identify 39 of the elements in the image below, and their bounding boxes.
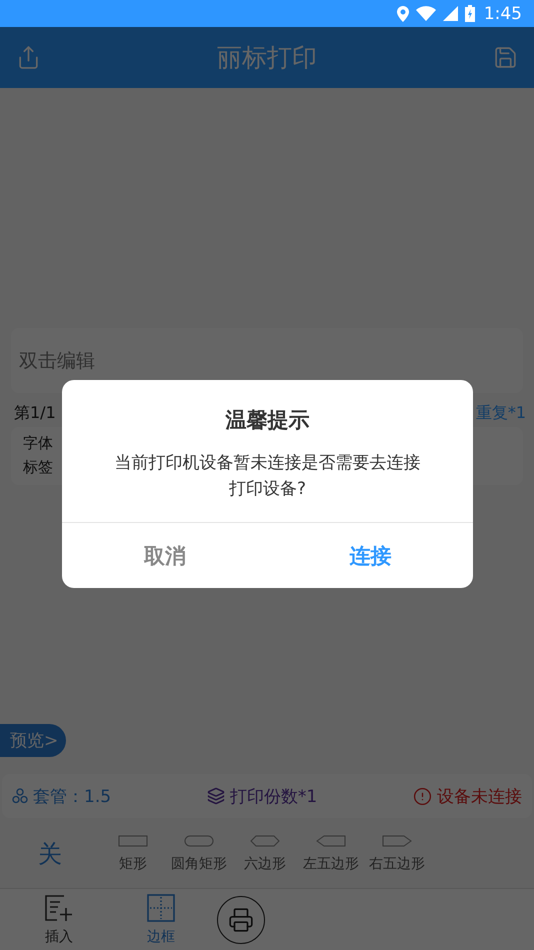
save-icon[interactable]: [493, 45, 518, 70]
layers-icon: [206, 787, 225, 805]
app-title: 丽标打印: [217, 42, 317, 74]
dialog-message: 当前打印机设备暂未连接是否需要去连接打印设备?: [114, 452, 422, 501]
label-info-text: 字体: [23, 433, 53, 453]
device-status[interactable]: 设备未连接: [437, 784, 522, 808]
shape-outline-icon: [118, 835, 148, 847]
border-shape-option[interactable]: 圆角矩形: [166, 835, 232, 873]
border-shape-option[interactable]: 左五边形: [298, 835, 364, 873]
print-copies[interactable]: 打印份数*1: [230, 784, 318, 808]
border-icon: [147, 894, 175, 922]
shape-outline-icon: [250, 835, 280, 847]
shape-outline-icon: [184, 835, 214, 847]
print-button[interactable]: [217, 896, 265, 944]
location-icon: [396, 6, 409, 22]
preview-button[interactable]: 预览>: [0, 724, 66, 757]
border-shape-option[interactable]: 右五边形: [364, 835, 430, 873]
status-time: 1:45: [484, 4, 522, 24]
signal-icon: [442, 6, 458, 21]
page-indicator: 第1/1: [14, 403, 56, 424]
dialog-title: 温馨提示: [226, 407, 310, 434]
wifi-icon: [416, 6, 436, 21]
alert-icon: [413, 786, 432, 806]
border-shape-option[interactable]: 矩形: [100, 835, 166, 873]
border-shape-option[interactable]: 六边形: [232, 835, 298, 873]
border-off-option[interactable]: 关: [30, 838, 100, 870]
sleeve-icon: [12, 788, 28, 804]
dialog-button[interactable]: 连接: [268, 523, 473, 588]
sleeve-size: 套管：1.5: [33, 786, 112, 808]
nav-tab[interactable]: 插入: [8, 894, 110, 946]
insert-icon: [44, 894, 74, 922]
repeat-count[interactable]: 重复*1: [476, 403, 526, 424]
nav-tab[interactable]: 边框: [110, 894, 212, 946]
shape-outline-icon: [382, 835, 412, 847]
dialog-button[interactable]: 取消: [62, 523, 268, 588]
battery-charging-icon: [464, 5, 475, 22]
printer-icon: [228, 906, 254, 932]
label-info-text: 标签: [23, 457, 53, 477]
shape-outline-icon: [316, 835, 346, 847]
